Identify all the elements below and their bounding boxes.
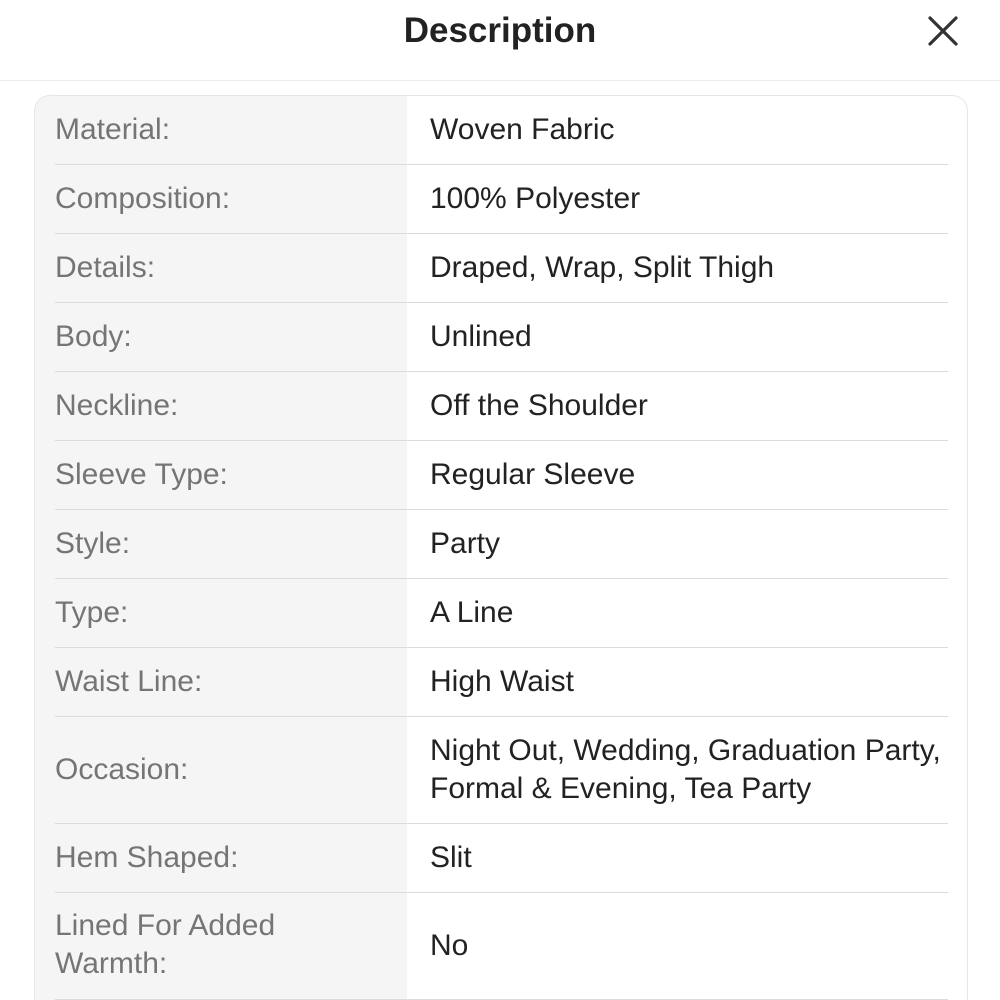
table-row: Type: A Line [55,579,948,648]
attribute-value: Regular Sleeve [430,458,636,491]
page-title: Description [403,11,597,50]
table-row: Details: Draped, Wrap, Split Thigh [55,234,948,303]
description-sheet: Description Material: Woven Fabric Compo… [0,0,1000,1000]
attribute-label: Sleeve Type: [55,458,228,491]
attribute-value: Off the Shoulder [430,389,648,422]
table-row: Neckline: Off the Shoulder [55,372,948,441]
attribute-value: Party [430,527,501,560]
attribute-value: Unlined [430,320,532,353]
attribute-value: A Line [430,596,514,629]
table-row: Hem Shaped: Slit [55,824,948,893]
attribute-label: Style: [55,527,131,560]
attribute-label: Type: [55,596,129,629]
attribute-value: Slit [430,841,472,874]
attribute-label: Composition: [55,182,231,215]
table-row: Material: Woven Fabric [55,96,948,165]
close-icon [928,16,958,46]
attribute-value: Woven Fabric [430,113,615,146]
table-row: Style: Party [55,510,948,579]
sheet-header: Description [0,0,1000,81]
attribute-value: High Waist [430,665,574,698]
table-row: Body: Unlined [55,303,948,372]
attribute-label: Details: [55,251,156,284]
attribute-label: Occasion: [55,753,189,786]
attribute-value: Draped, Wrap, Split Thigh [430,251,775,284]
table-row: Lined For Added Warmth: No [55,893,948,1000]
attribute-value: 100% Polyester [430,182,641,215]
attribute-label: Neckline: [55,389,179,422]
attribute-label: Material: [55,113,171,146]
attributes-table: Material: Woven Fabric Composition: 100%… [34,95,968,1000]
close-button[interactable] [922,10,964,52]
attribute-value: Night Out, Wedding, Graduation Party, Fo… [430,734,941,805]
table-row: Occasion: Night Out, Wedding, Graduation… [55,717,948,824]
table-row: Waist Line: High Waist [55,648,948,717]
attribute-label: Waist Line: [55,665,203,698]
attribute-label: Body: [55,320,132,353]
table-row: Composition: 100% Polyester [55,165,948,234]
table-row: Sleeve Type: Regular Sleeve [55,441,948,510]
attribute-value: No [430,929,469,962]
attribute-label: Hem Shaped: [55,841,239,874]
attribute-label: Lined For Added Warmth: [55,909,276,980]
